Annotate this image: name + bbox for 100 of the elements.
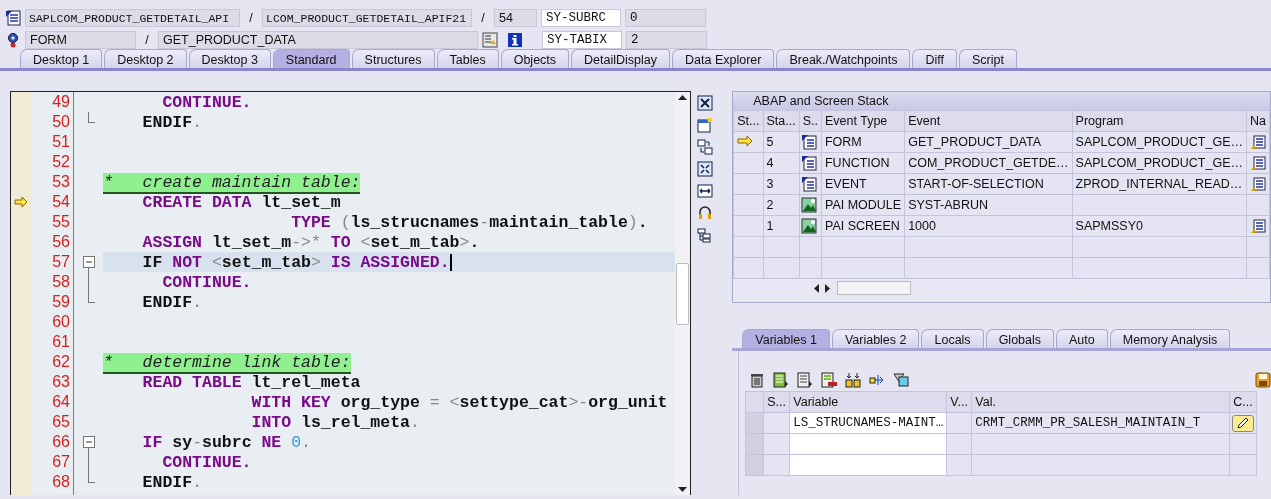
column-header[interactable]: Program [1072,110,1247,132]
tab[interactable]: Variables 2 [831,329,920,348]
line-number: 59 [51,292,71,312]
tab[interactable]: Break./Watchpoints [776,49,911,68]
column-header[interactable]: Variable [789,391,947,413]
event-type-field[interactable]: FORM [25,31,136,49]
scrollbar[interactable] [675,92,691,495]
column-header[interactable]: S.. [799,110,822,132]
filter-icon[interactable] [893,372,910,388]
headset-icon[interactable] [696,205,713,221]
scroll-up-icon[interactable] [678,94,688,100]
maximize-icon[interactable] [696,161,713,177]
tab[interactable]: Structures [351,49,435,68]
line-number: 50 [51,112,71,132]
tab[interactable]: Script [958,49,1017,68]
navigate-icon[interactable] [1250,155,1266,171]
scroll-left-icon[interactable] [813,283,820,293]
table-cell: SAPLCOM_PRODUCT_GE… [1075,156,1243,170]
column-header[interactable]: V... [946,391,972,413]
system-field-name[interactable]: SY-TABIX [542,31,622,49]
tab[interactable]: Desktop 3 [188,49,271,68]
scroll-thumb[interactable] [837,281,912,295]
code-line: INTO ls_rel_meta. [250,412,420,432]
tab[interactable]: Locals [921,329,984,348]
pencil-icon [1236,417,1251,429]
code-line: TYPE (ls_strucnames-maintain_table). [290,212,648,232]
form-icon[interactable] [800,134,817,150]
tab[interactable]: Auto [1056,329,1108,348]
line-number: 55 [51,212,71,232]
scroll-right-icon[interactable] [825,283,832,293]
separator: / [480,11,486,25]
line-field[interactable]: 54 [494,9,537,27]
tab[interactable]: Tables [436,49,499,68]
line-number: 49 [51,92,71,112]
line-number: 64 [51,392,71,412]
new-window-icon[interactable] [696,117,713,133]
include-field[interactable]: LCOM_PRODUCT_GETDETAIL_APIF21 [262,9,472,27]
program-field[interactable]: SAPLCOM_PRODUCT_GETDETAIL_API [25,9,240,27]
panel-title: ABAP and Screen Stack [733,92,1270,110]
form-icon[interactable] [800,176,817,192]
code-line: ENDIF. [141,112,203,132]
tab[interactable]: Desktop 1 [20,49,103,68]
tree-icon[interactable] [696,227,713,243]
code-line: ENDIF. [141,292,203,312]
code-line: CONTINUE. [161,452,252,472]
column-header[interactable]: Sta... [763,110,800,132]
tab[interactable]: Data Explorer [672,49,775,68]
column-header[interactable]: Event [904,110,1073,132]
resize-icon[interactable] [696,183,713,199]
tab[interactable]: Diff [912,49,957,68]
line-number: 52 [51,152,71,172]
display-source-icon[interactable] [482,32,498,48]
sort-icon[interactable] [845,372,862,388]
insert-rows-icon[interactable] [773,372,790,388]
line-number: 54 [51,192,71,212]
column-header[interactable]: Na [1246,110,1270,132]
save-icon[interactable] [1255,372,1271,388]
scroll-thumb[interactable] [676,262,690,325]
navigate-icon[interactable] [1250,218,1266,234]
collapse-icon[interactable] [82,256,95,268]
tab[interactable]: Globals [985,329,1054,348]
tab[interactable]: Memory Analysis [1109,329,1231,348]
line-number: 60 [51,312,71,332]
tab[interactable]: Objects [500,49,570,68]
share-icon[interactable] [869,372,886,388]
form-icon[interactable] [800,155,817,171]
document-icon[interactable] [5,10,21,26]
tab[interactable]: Variables 1 [742,329,830,348]
column-header[interactable]: Val. [971,391,1230,413]
tab[interactable]: Standard [272,49,350,68]
close-icon[interactable] [696,95,713,111]
append-rows-icon[interactable] [797,372,814,388]
system-field-name[interactable]: SY-SUBRC [541,9,621,27]
scroll-down-icon[interactable] [678,487,688,493]
column-header[interactable]: S... [763,391,790,413]
delete-icon[interactable] [749,372,766,388]
line-number: 57 [51,252,71,272]
collapse-icon[interactable] [82,436,95,448]
table-cell: ZPROD_INTERNAL_READ… [1075,177,1243,191]
tab[interactable]: DetailDisplay [571,49,671,68]
event-field[interactable]: GET_PRODUCT_DATA [158,31,478,49]
code-line: READ TABLE lt_rel_meta [141,372,361,392]
system-field-value[interactable]: 0 [625,9,706,27]
column-header[interactable]: C... [1229,391,1257,413]
edit-button[interactable] [1232,414,1255,432]
screen-icon[interactable] [800,218,817,234]
navigate-icon[interactable] [1250,176,1266,192]
column-header[interactable]: St... [733,110,763,132]
line-number: 58 [51,272,71,292]
navigate-icon[interactable] [1250,134,1266,150]
remove-rows-icon[interactable] [821,372,838,388]
line-number: 65 [51,412,71,432]
tab[interactable]: Desktop 2 [104,49,187,68]
line-number: 68 [51,472,71,492]
code-line: ASSIGN lt_set_m->* TO <set_m_tab>. [141,232,480,252]
screen-icon[interactable] [800,197,817,213]
info-icon[interactable] [507,32,523,48]
swap-windows-icon[interactable] [696,139,713,155]
system-field-value[interactable]: 2 [626,31,707,49]
column-header[interactable]: Event Type [821,110,905,132]
